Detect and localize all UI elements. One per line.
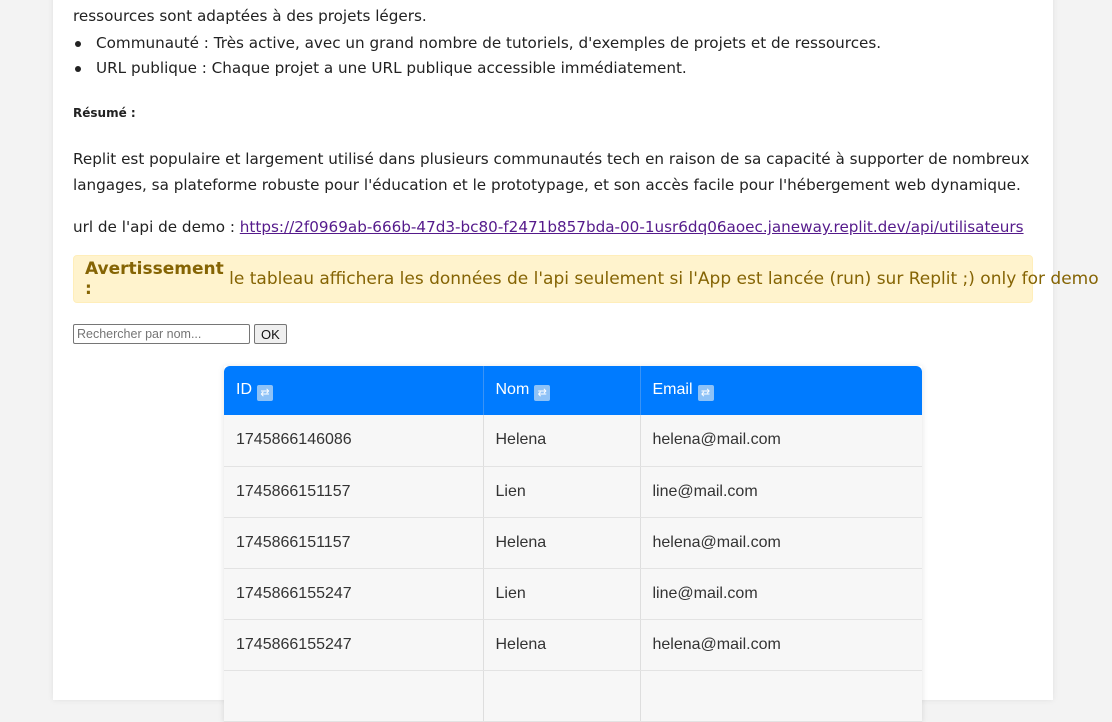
cell-email: line@mail.com [640,568,922,620]
cell-id: 1745866151157 [224,466,484,518]
cell-id: 1745866155247 [224,568,484,620]
table-row: 1745866151157 Lien line@mail.com [224,466,922,518]
cell-email: line@mail.com [640,466,922,518]
api-url-link[interactable]: https://2f0969ab-666b-47d3-bc80-f2471b85… [240,218,1024,236]
table-row: 1745866155247 Helena helena@mail.com [224,619,922,671]
bullet-icon [75,41,81,47]
list-item: URL publique : Chaque projet a une URL p… [73,56,1033,81]
cell-id [224,670,484,722]
bullet-icon [75,66,81,72]
table-header-row: ID ⇄ Nom ⇄ Email ⇄ [224,366,922,415]
cell-nom: Lien [483,568,641,620]
warning-alert: Avertissement : le tableau affichera les… [73,255,1099,303]
summary-text: Replit est populaire et largement utilis… [73,150,1030,194]
cell-email [640,670,922,722]
sort-toggle-icon[interactable]: ⇄ [534,384,551,401]
th-email[interactable]: Email ⇄ [640,366,922,415]
search-bar: OK [73,324,287,344]
cell-nom: Lien [483,466,641,518]
cell-nom: Helena [483,415,641,467]
table-row: 1745866151157 Helena helena@mail.com [224,517,922,569]
alert-text: le tableau affichera les données de l'ap… [223,269,1099,289]
table-row: 1745866155247 Lien line@mail.com [224,568,922,620]
cell-email: helena@mail.com [640,415,922,467]
intro-line: ressources sont adaptées à des projets l… [73,7,427,25]
content-card: ressources sont adaptées à des projets l… [53,0,1099,722]
cell-nom [483,670,641,722]
alert-strong: Avertissement : [85,259,224,299]
table-row: 1745866146086 Helena helena@mail.com [224,415,922,467]
sort-toggle-icon[interactable]: ⇄ [257,384,273,401]
users-table: ID ⇄ Nom ⇄ Email ⇄ 1745866146086 Helena hel… [224,366,922,722]
table-row [224,670,922,722]
cell-id: 1745866151157 [224,517,484,569]
search-input[interactable] [73,324,250,344]
th-id[interactable]: ID ⇄ [224,366,484,415]
search-ok-button[interactable]: OK [254,324,287,344]
list-item: Communauté : Très active, avec un grand … [73,31,1033,56]
summary-heading: Résumé : [73,106,136,120]
th-nom[interactable]: Nom ⇄ [483,366,641,415]
cell-nom: Helena [483,517,641,569]
cell-email: helena@mail.com [640,619,922,671]
sort-toggle-icon[interactable]: ⇄ [697,384,714,401]
api-url-label: url de l'api de demo : [73,218,240,236]
cell-id: 1745866155247 [224,619,484,671]
cell-email: helena@mail.com [640,517,922,569]
feature-list: Communauté : Très active, avec un grand … [73,31,1033,81]
cell-id: 1745866146086 [224,415,484,467]
cell-nom: Helena [483,619,641,671]
api-url-line: url de l'api de demo : https://2f0969ab-… [73,214,1024,240]
